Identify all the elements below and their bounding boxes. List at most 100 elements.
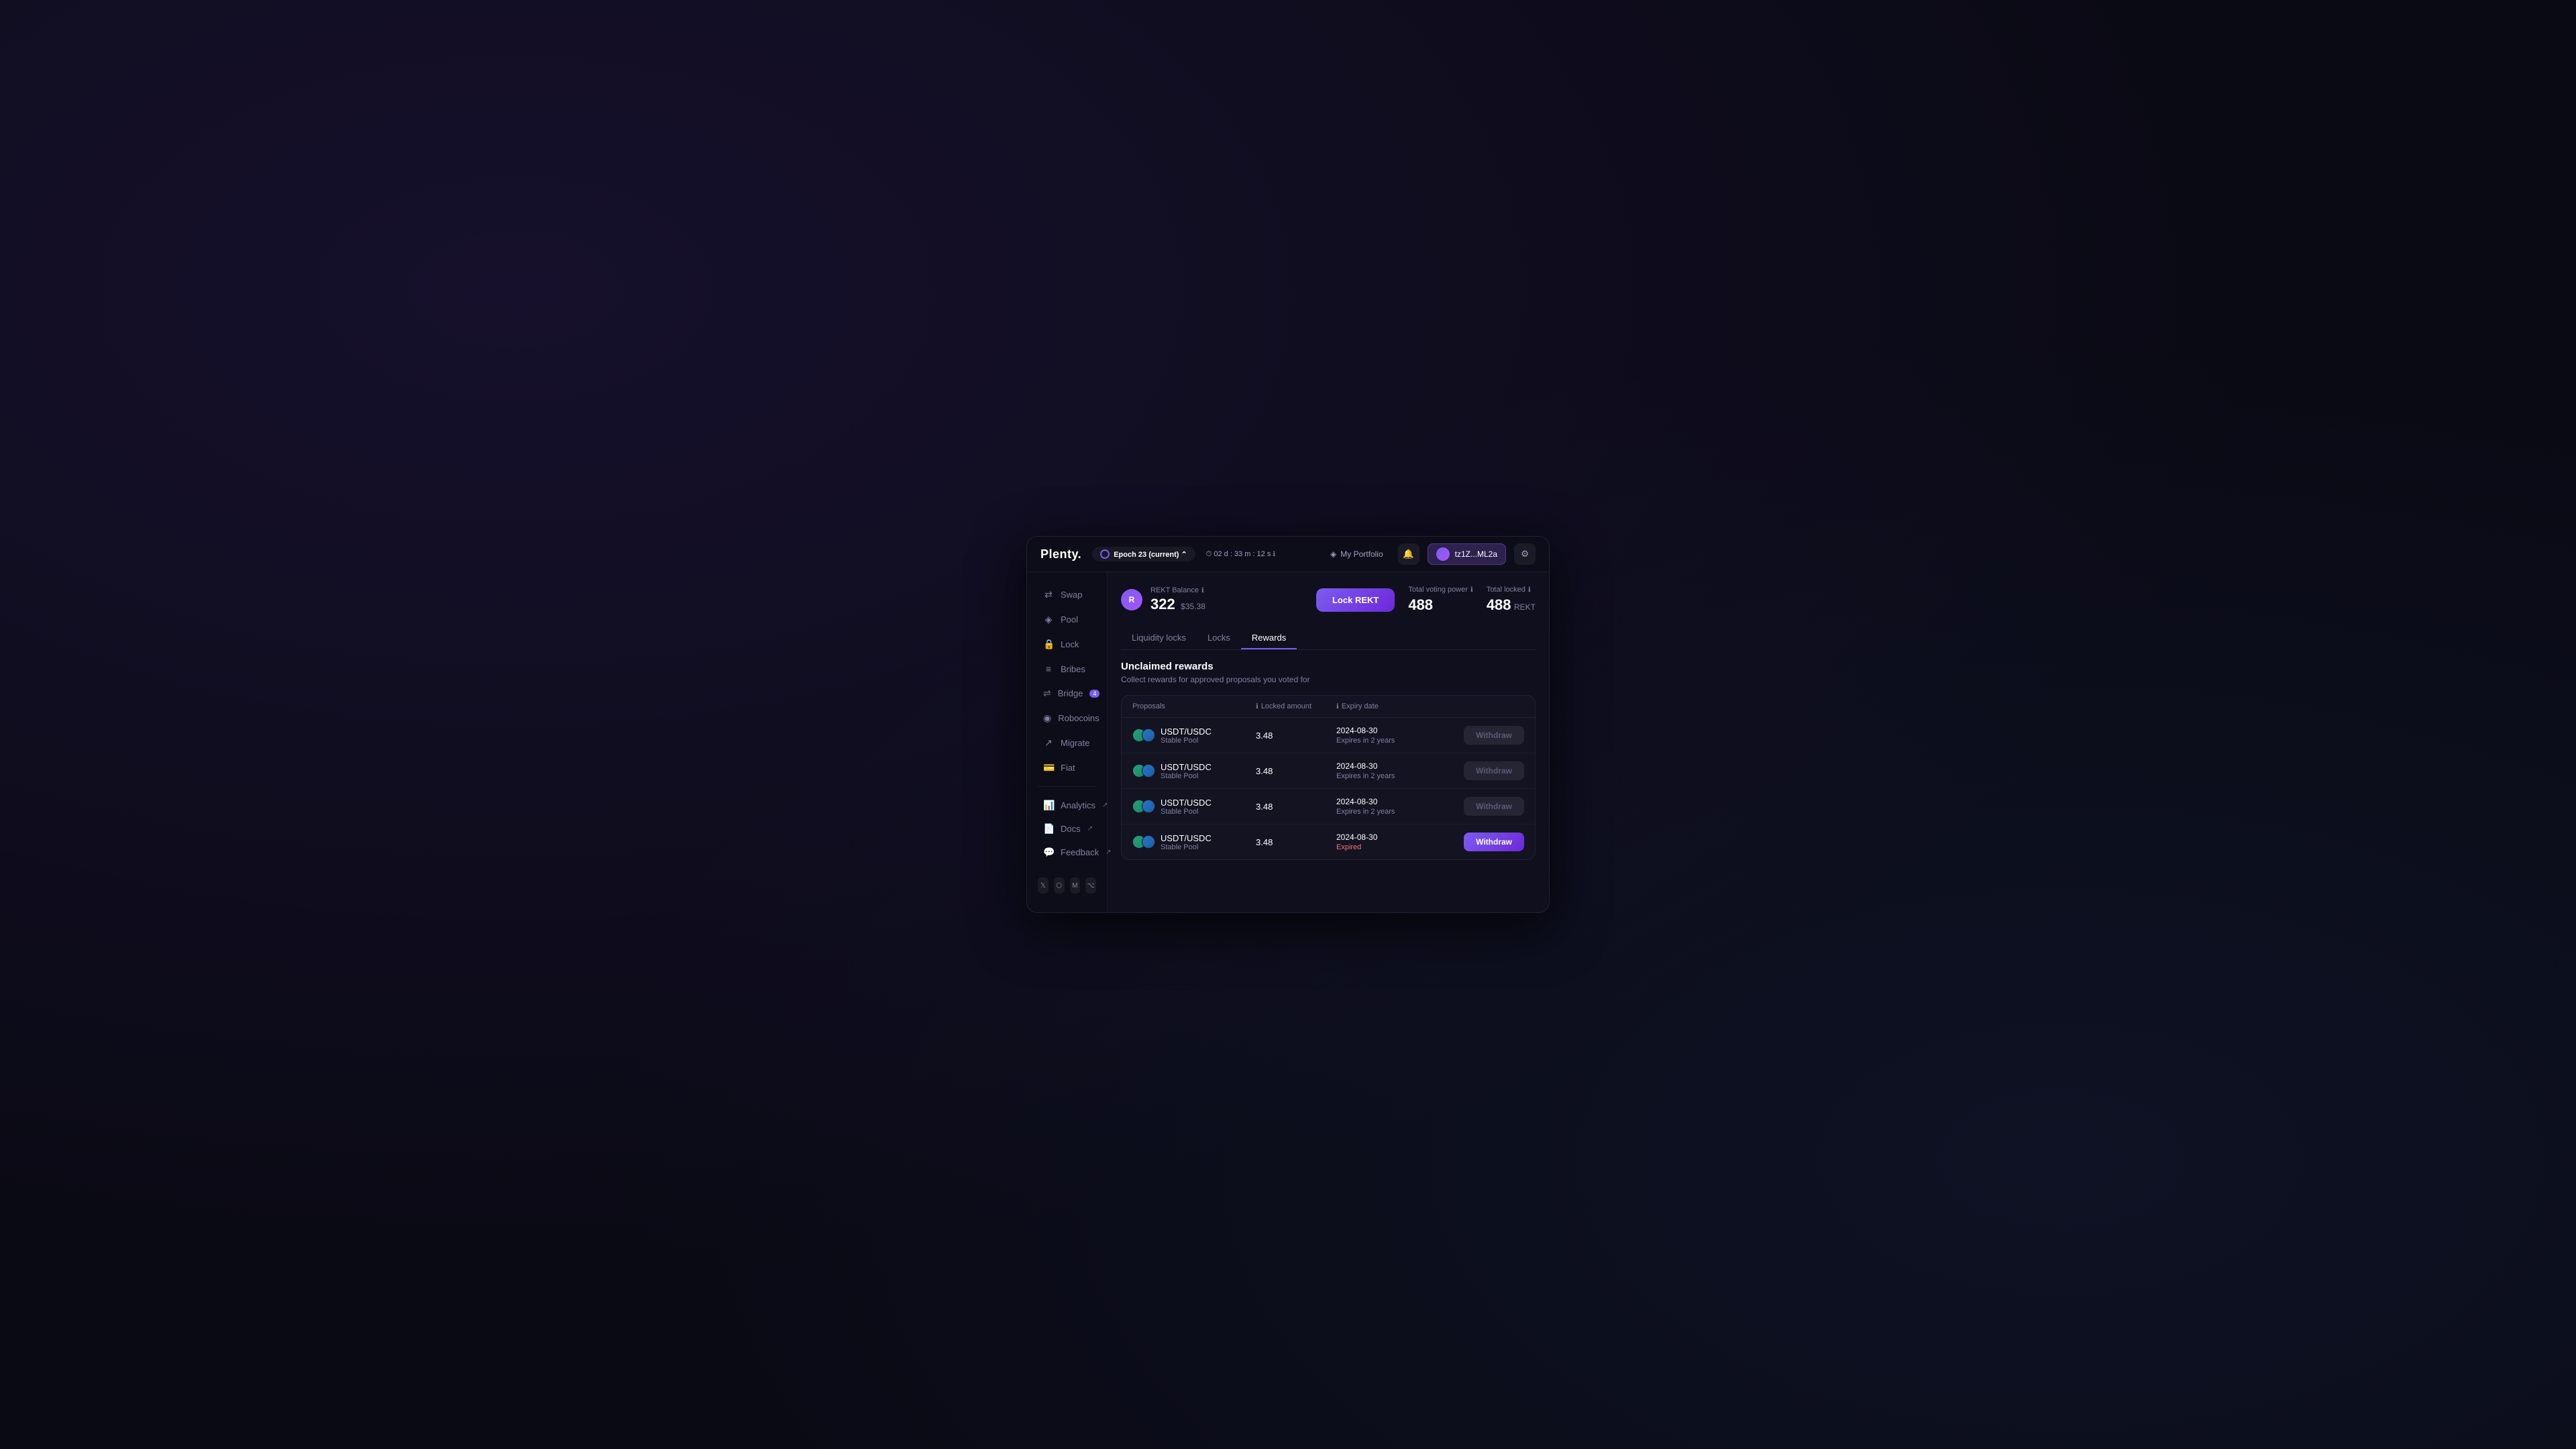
sidebar-item-lock[interactable]: 🔒 Lock (1032, 633, 1102, 656)
sidebar-bottom: 📊 Analytics ↗ 📄 Docs ↗ 💬 Feedback ↗ 𝕏 ⬡ (1027, 794, 1107, 902)
expiry-cell-3: 2024-08-30 Expires in 2 years (1336, 797, 1444, 816)
action-cell-1: Withdraw (1444, 726, 1524, 745)
bridge-icon: ⇌ (1043, 688, 1051, 699)
lock-rekt-button[interactable]: Lock REKT (1316, 588, 1395, 612)
robocoins-icon: ◉ (1043, 712, 1051, 724)
sidebar-item-swap[interactable]: ⇄ Swap (1032, 583, 1102, 606)
usdc-icon-2 (1142, 764, 1155, 777)
notification-button[interactable]: 🔔 (1398, 543, 1419, 565)
header-expiry-label: Expiry date (1342, 702, 1379, 710)
sidebar-label-robocoins: Robocoins (1058, 713, 1099, 723)
proposal-cell-4: USDT/USDC Stable Pool (1132, 833, 1256, 851)
sidebar-label-feedback: Feedback (1061, 847, 1099, 857)
withdraw-button-2[interactable]: Withdraw (1464, 761, 1524, 780)
sidebar-item-docs[interactable]: 📄 Docs ↗ (1032, 817, 1102, 841)
timer-value: 02 d : 33 m : 12 s (1214, 550, 1271, 558)
rekt-icon-letter: R (1129, 595, 1135, 604)
sidebar-label-lock: Lock (1061, 639, 1079, 649)
withdraw-button-3[interactable]: Withdraw (1464, 797, 1524, 816)
main-content: R REKT Balance ℹ 322 $35.38 Lock REKT (1108, 572, 1549, 912)
sidebar-item-fiat[interactable]: 💳 Fiat (1032, 756, 1102, 780)
sidebar-item-bribes[interactable]: ≡ Bribes (1032, 657, 1102, 680)
rewards-table: Proposals ℹ Locked amount ℹ Expiry date (1121, 695, 1536, 860)
sidebar: ⇄ Swap ◈ Pool 🔒 Lock ≡ Bribes ⇌ Bridge 4 (1027, 572, 1108, 912)
expiry-cell-4: 2024-08-30 Expired (1336, 833, 1444, 851)
header-proposals-label: Proposals (1132, 702, 1165, 710)
sidebar-item-feedback[interactable]: 💬 Feedback ↗ (1032, 841, 1102, 864)
sidebar-item-pool[interactable]: ◈ Pool (1032, 608, 1102, 631)
lock-icon: 🔒 (1043, 639, 1054, 650)
expiry-date-4: 2024-08-30 (1336, 833, 1444, 842)
proposal-info-3: USDT/USDC Stable Pool (1161, 798, 1212, 816)
token-icons-2 (1132, 764, 1155, 777)
sidebar-label-migrate: Migrate (1061, 738, 1089, 748)
app-body: ⇄ Swap ◈ Pool 🔒 Lock ≡ Bribes ⇌ Bridge 4 (1027, 572, 1549, 912)
medium-icon[interactable]: M (1070, 877, 1081, 894)
feedback-icon: 💬 (1043, 847, 1054, 858)
sidebar-label-bridge: Bridge (1058, 688, 1083, 698)
total-locked-info-icon: ℹ (1528, 586, 1531, 594)
tab-locks[interactable]: Locks (1197, 627, 1241, 649)
table-row: USDT/USDC Stable Pool 3.48 2024-08-30 Ex… (1122, 789, 1535, 824)
epoch-timer: ⏱ 02 d : 33 m : 12 s ℹ (1206, 550, 1276, 559)
balance-amount-row: 322 $35.38 (1150, 596, 1205, 613)
docs-icon: 📄 (1043, 823, 1054, 835)
proposal-cell-2: USDT/USDC Stable Pool (1132, 762, 1256, 780)
sidebar-item-robocoins[interactable]: ◉ Robocoins (1032, 706, 1102, 730)
tab-liquidity-locks[interactable]: Liquidity locks (1121, 627, 1197, 649)
timer-icon: ⏱ (1206, 550, 1212, 558)
proposal-info-4: USDT/USDC Stable Pool (1161, 833, 1212, 851)
balance-label-text: REKT Balance (1150, 586, 1199, 594)
expiry-sub-4: Expired (1336, 843, 1444, 851)
pool-icon: ◈ (1043, 614, 1054, 625)
my-portfolio-button[interactable]: ◈ My Portfolio (1324, 546, 1390, 562)
voting-power-label: Total voting power ℹ (1408, 586, 1472, 594)
action-cell-4: Withdraw (1444, 833, 1524, 851)
proposal-type-1: Stable Pool (1161, 737, 1212, 745)
fiat-icon: 💳 (1043, 762, 1054, 773)
header-left: Plenty. Epoch 23 (current) ⌃ ⏱ 02 d : 33… (1040, 547, 1275, 561)
token-icons-3 (1132, 800, 1155, 813)
header-expiry-date: ℹ Expiry date (1336, 702, 1444, 710)
table-row: USDT/USDC Stable Pool 3.48 2024-08-30 Ex… (1122, 753, 1535, 789)
sidebar-item-bridge[interactable]: ⇌ Bridge 4 (1032, 682, 1102, 705)
total-locked-label-text: Total locked (1487, 586, 1525, 594)
proposal-type-3: Stable Pool (1161, 808, 1212, 816)
table-row: USDT/USDC Stable Pool 3.48 2024-08-30 Ex… (1122, 718, 1535, 753)
voting-power-value: 488 (1408, 596, 1472, 614)
settings-button[interactable]: ⚙ (1514, 543, 1536, 565)
action-cell-3: Withdraw (1444, 797, 1524, 816)
expiry-cell-2: 2024-08-30 Expires in 2 years (1336, 761, 1444, 780)
epoch-number: 23 (1138, 551, 1146, 559)
token-icons-1 (1132, 729, 1155, 742)
rekt-balance-card: R REKT Balance ℹ 322 $35.38 (1121, 586, 1303, 613)
sidebar-item-migrate[interactable]: ↗ Migrate (1032, 731, 1102, 755)
github-icon[interactable]: ⌥ (1085, 877, 1096, 894)
header-locked-amount: ℹ Locked amount (1256, 702, 1336, 710)
twitter-icon[interactable]: 𝕏 (1038, 877, 1049, 894)
proposal-cell-1: USDT/USDC Stable Pool (1132, 727, 1256, 745)
total-locked-card: Total locked ℹ 488 REKT (1487, 586, 1536, 614)
analytics-icon: 📊 (1043, 800, 1054, 811)
amount-cell-1: 3.48 (1256, 731, 1336, 741)
discord-icon[interactable]: ⬡ (1054, 877, 1065, 894)
epoch-arrow: ⌃ (1181, 551, 1187, 559)
sidebar-label-analytics: Analytics (1061, 800, 1095, 810)
stats-row: R REKT Balance ℹ 322 $35.38 Lock REKT (1121, 586, 1536, 614)
sidebar-label-fiat: Fiat (1061, 763, 1075, 773)
rewards-subtitle: Collect rewards for approved proposals y… (1121, 675, 1536, 684)
balance-usd: $35.38 (1181, 602, 1205, 611)
expiry-cell-1: 2024-08-30 Expires in 2 years (1336, 726, 1444, 745)
withdraw-button-4[interactable]: Withdraw (1464, 833, 1524, 851)
rewards-title: Unclaimed rewards (1121, 661, 1536, 672)
sidebar-divider (1038, 786, 1096, 787)
wallet-button[interactable]: tz1Z...ML2a (1428, 543, 1506, 565)
table-row: USDT/USDC Stable Pool 3.48 2024-08-30 Ex… (1122, 824, 1535, 859)
expiry-date-3: 2024-08-30 (1336, 797, 1444, 806)
rewards-section: Unclaimed rewards Collect rewards for ap… (1121, 661, 1536, 860)
notification-icon: 🔔 (1403, 549, 1414, 559)
withdraw-button-1[interactable]: Withdraw (1464, 726, 1524, 745)
usdc-icon-3 (1142, 800, 1155, 813)
tab-rewards[interactable]: Rewards (1241, 627, 1297, 649)
sidebar-item-analytics[interactable]: 📊 Analytics ↗ (1032, 794, 1102, 817)
